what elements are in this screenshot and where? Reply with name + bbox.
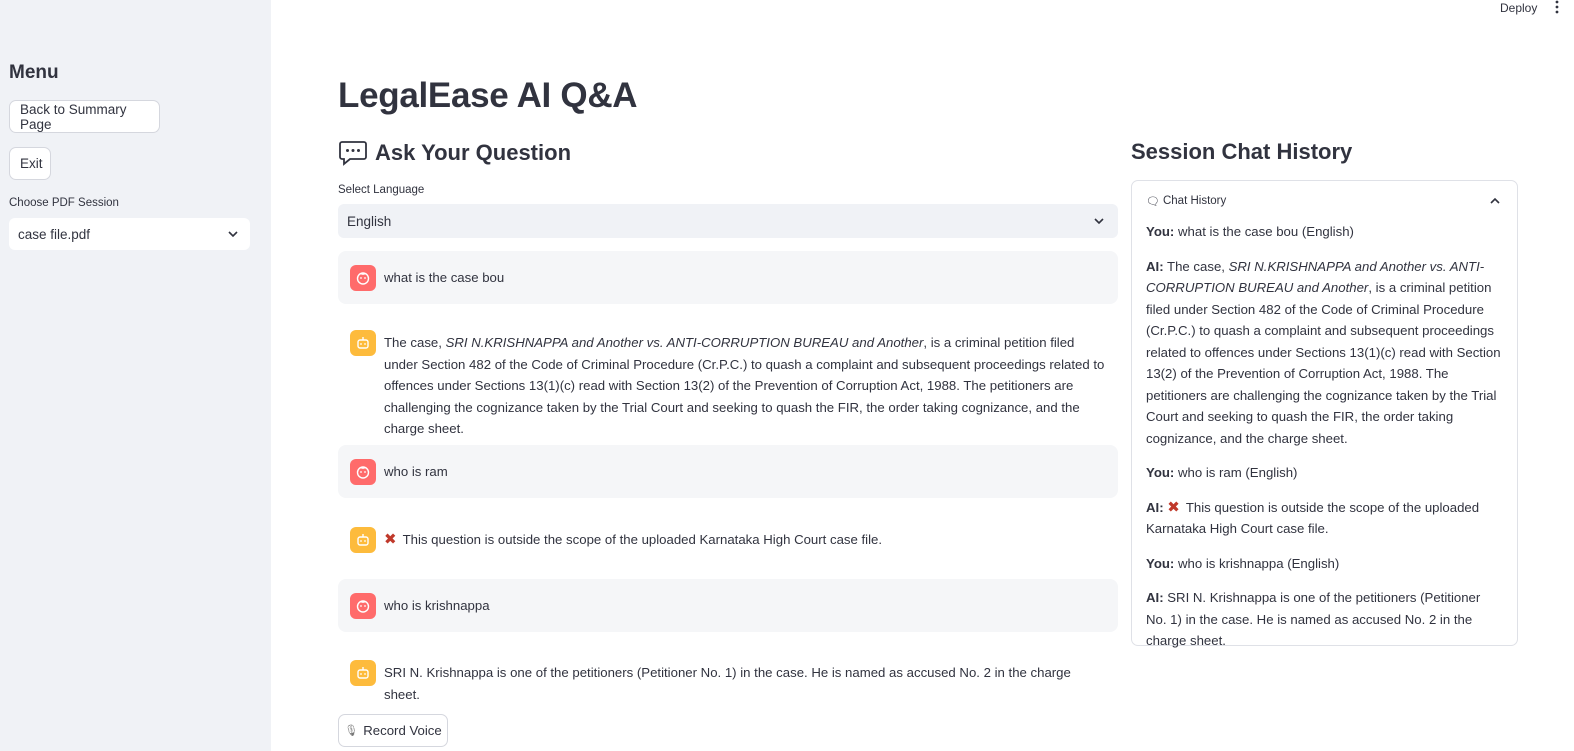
- chat-history-list: You: what is the case bou (English) AI: …: [1146, 221, 1504, 665]
- history-entry-ai: AI: ✖ This question is outside the scope …: [1146, 498, 1480, 537]
- chat-message-user: who is krishnappa: [338, 579, 1118, 632]
- session-select-value: case file.pdf: [18, 226, 91, 242]
- chat-history-label: Chat History: [1162, 195, 1227, 207]
- language-select[interactable]: English: [338, 204, 1118, 238]
- exit-button[interactable]: Exit: [9, 147, 51, 180]
- cross-mark-icon: ✖: [384, 531, 397, 548]
- sidebar-title: Menu: [9, 62, 59, 83]
- chat-message-text: who is krishnappa: [384, 598, 490, 613]
- page-title: LegalEase AI Q&A: [338, 76, 638, 115]
- chat-message-user: what is the case bou: [338, 251, 1118, 304]
- chevron-down-icon: [228, 231, 238, 238]
- deploy-button[interactable]: Deploy: [1500, 1, 1537, 15]
- chat-message-text: who is ram: [384, 464, 448, 479]
- chat-message-ai: ✖ This question is outside the scope of t…: [338, 513, 1118, 566]
- history-entry-ai: AI: SRI N. Krishnappa is one of the peti…: [1146, 590, 1481, 648]
- language-select-value: English: [347, 213, 392, 229]
- chat-history-expander: 🗨 Chat History You: what is the case bou…: [1131, 180, 1518, 648]
- chevron-down-icon: [1094, 218, 1104, 225]
- chat-message-text: what is the case bou: [384, 270, 505, 285]
- session-select[interactable]: case file.pdf: [9, 218, 250, 250]
- record-voice-label: Record Voice: [363, 723, 442, 738]
- chat-message-text: This question is outside the scope of th…: [402, 532, 883, 547]
- user-avatar-icon: [350, 459, 376, 485]
- microphone-icon: 🎙: [344, 725, 359, 737]
- chat-message-user: who is ram: [338, 445, 1118, 498]
- ask-question-heading: Ask Your Question: [338, 139, 571, 167]
- kebab-menu-icon[interactable]: [1552, 0, 1562, 16]
- chat-message-text: The case, SRI N.KRISHNAPPA and Another v…: [384, 335, 1105, 436]
- cross-mark-icon: ✖: [1167, 498, 1180, 516]
- chat-message-text: SRI N. Krishnappa is one of the petition…: [384, 665, 1071, 702]
- assistant-avatar-icon: [350, 660, 376, 686]
- chat-history-expander-header[interactable]: 🗨 Chat History: [1146, 194, 1502, 208]
- ask-question-title: Ask Your Question: [375, 140, 572, 165]
- session-history-heading: Session Chat History: [1131, 139, 1353, 164]
- history-entry-you: You: what is the case bou (English): [1146, 224, 1354, 239]
- sidebar: Menu Back to Summary Page Exit Choose PD…: [0, 0, 271, 751]
- history-entry-you: You: who is krishnappa (English): [1146, 555, 1340, 571]
- speech-bubble-icon: [339, 141, 367, 166]
- chevron-up-icon[interactable]: [1488, 194, 1502, 208]
- assistant-avatar-icon: [350, 330, 376, 356]
- chat-message-ai: SRI N. Krishnappa is one of the petition…: [338, 646, 1118, 702]
- user-avatar-icon: [350, 593, 376, 619]
- history-entry-ai: AI: The case, SRI N.KRISHNAPPA and Anoth…: [1146, 258, 1501, 446]
- back-to-summary-button[interactable]: Back to Summary Page: [9, 100, 160, 133]
- chat-bubble-icon: 🗨: [1146, 195, 1160, 208]
- user-avatar-icon: [350, 265, 376, 291]
- history-entry-you: You: who is ram (English): [1146, 465, 1298, 480]
- chat-message-ai: The case, SRI N.KRISHNAPPA and Another v…: [338, 321, 1118, 436]
- language-select-label: Select Language: [338, 184, 425, 196]
- session-select-label: Choose PDF Session: [9, 197, 119, 209]
- record-voice-button[interactable]: 🎙 Record Voice: [338, 714, 448, 747]
- assistant-avatar-icon: [350, 527, 376, 553]
